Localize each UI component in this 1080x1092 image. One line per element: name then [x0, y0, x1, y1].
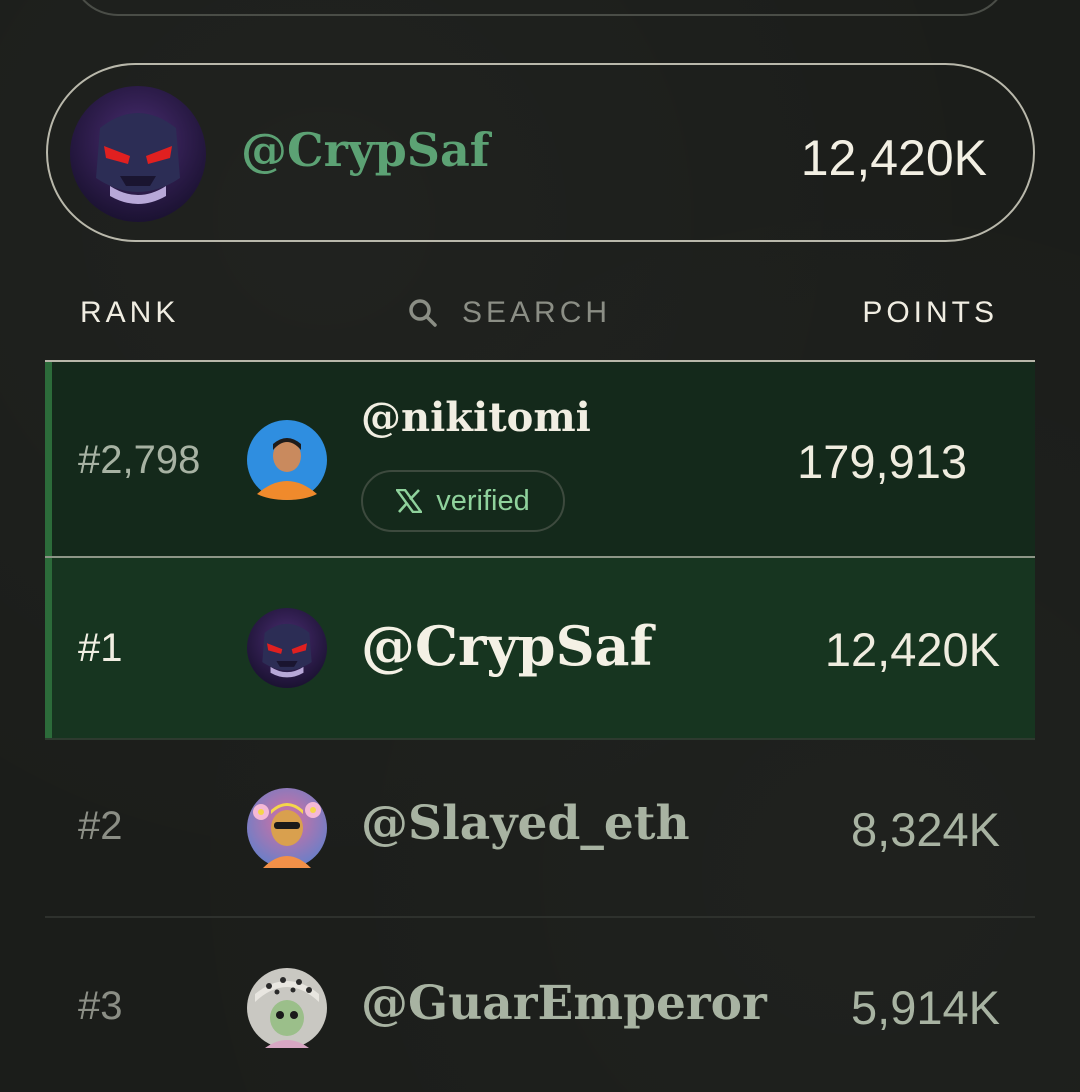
- featured-user-card[interactable]: @CrypSaf 12,420K: [46, 63, 1035, 242]
- verified-label: verified: [436, 484, 530, 517]
- row-accent-bar: [45, 362, 52, 556]
- previous-card: [70, 0, 1010, 16]
- leaderboard-handle[interactable]: @Slayed_eth: [361, 796, 690, 851]
- row-accent-bar: [45, 558, 52, 738]
- current-user-points: 179,913: [797, 435, 967, 488]
- leaderboard-handle[interactable]: @CrypSaf: [361, 614, 653, 678]
- search-control[interactable]: SEARCH: [408, 296, 611, 330]
- rank-label: #3: [78, 984, 123, 1028]
- leaderboard-points: 12,420K: [824, 623, 1000, 676]
- current-user-row[interactable]: #2,798 @nikitomi verified 179,913: [45, 362, 1035, 556]
- villain-avatar-icon: [247, 608, 327, 688]
- search-icon: [409, 299, 437, 327]
- x-logo-icon: [396, 489, 423, 513]
- rank-label: #2,798: [78, 438, 201, 482]
- leaderboard-row[interactable]: #1 @CrypSaf 12,420K: [45, 558, 1035, 738]
- verified-badge: verified: [361, 470, 565, 532]
- person-avatar-icon: [247, 420, 327, 500]
- leaderboard-row[interactable]: #3 @GuarEmperor 5,914K: [45, 918, 1035, 1092]
- rank-label: #1: [78, 626, 123, 670]
- villain-avatar-icon: [70, 86, 206, 222]
- leopard-hat-avatar-icon: [247, 968, 327, 1048]
- points-column-header[interactable]: POINTS: [862, 296, 998, 330]
- leaderboard-handle[interactable]: @GuarEmperor: [361, 976, 767, 1031]
- search-label: SEARCH: [462, 296, 612, 329]
- leaderboard-points: 5,914K: [851, 981, 1000, 1034]
- flower-ape-avatar-icon: [247, 788, 327, 868]
- rank-label: #2: [78, 804, 123, 848]
- leaderboard-points: 8,324K: [851, 803, 1000, 856]
- leaderboard-row[interactable]: #2 @Slayed_eth 8,324K: [45, 740, 1035, 916]
- featured-handle[interactable]: @CrypSaf: [241, 123, 490, 177]
- current-user-handle[interactable]: @nikitomi: [361, 394, 591, 441]
- rank-column-header[interactable]: RANK: [80, 296, 179, 330]
- featured-points: 12,420K: [800, 130, 987, 186]
